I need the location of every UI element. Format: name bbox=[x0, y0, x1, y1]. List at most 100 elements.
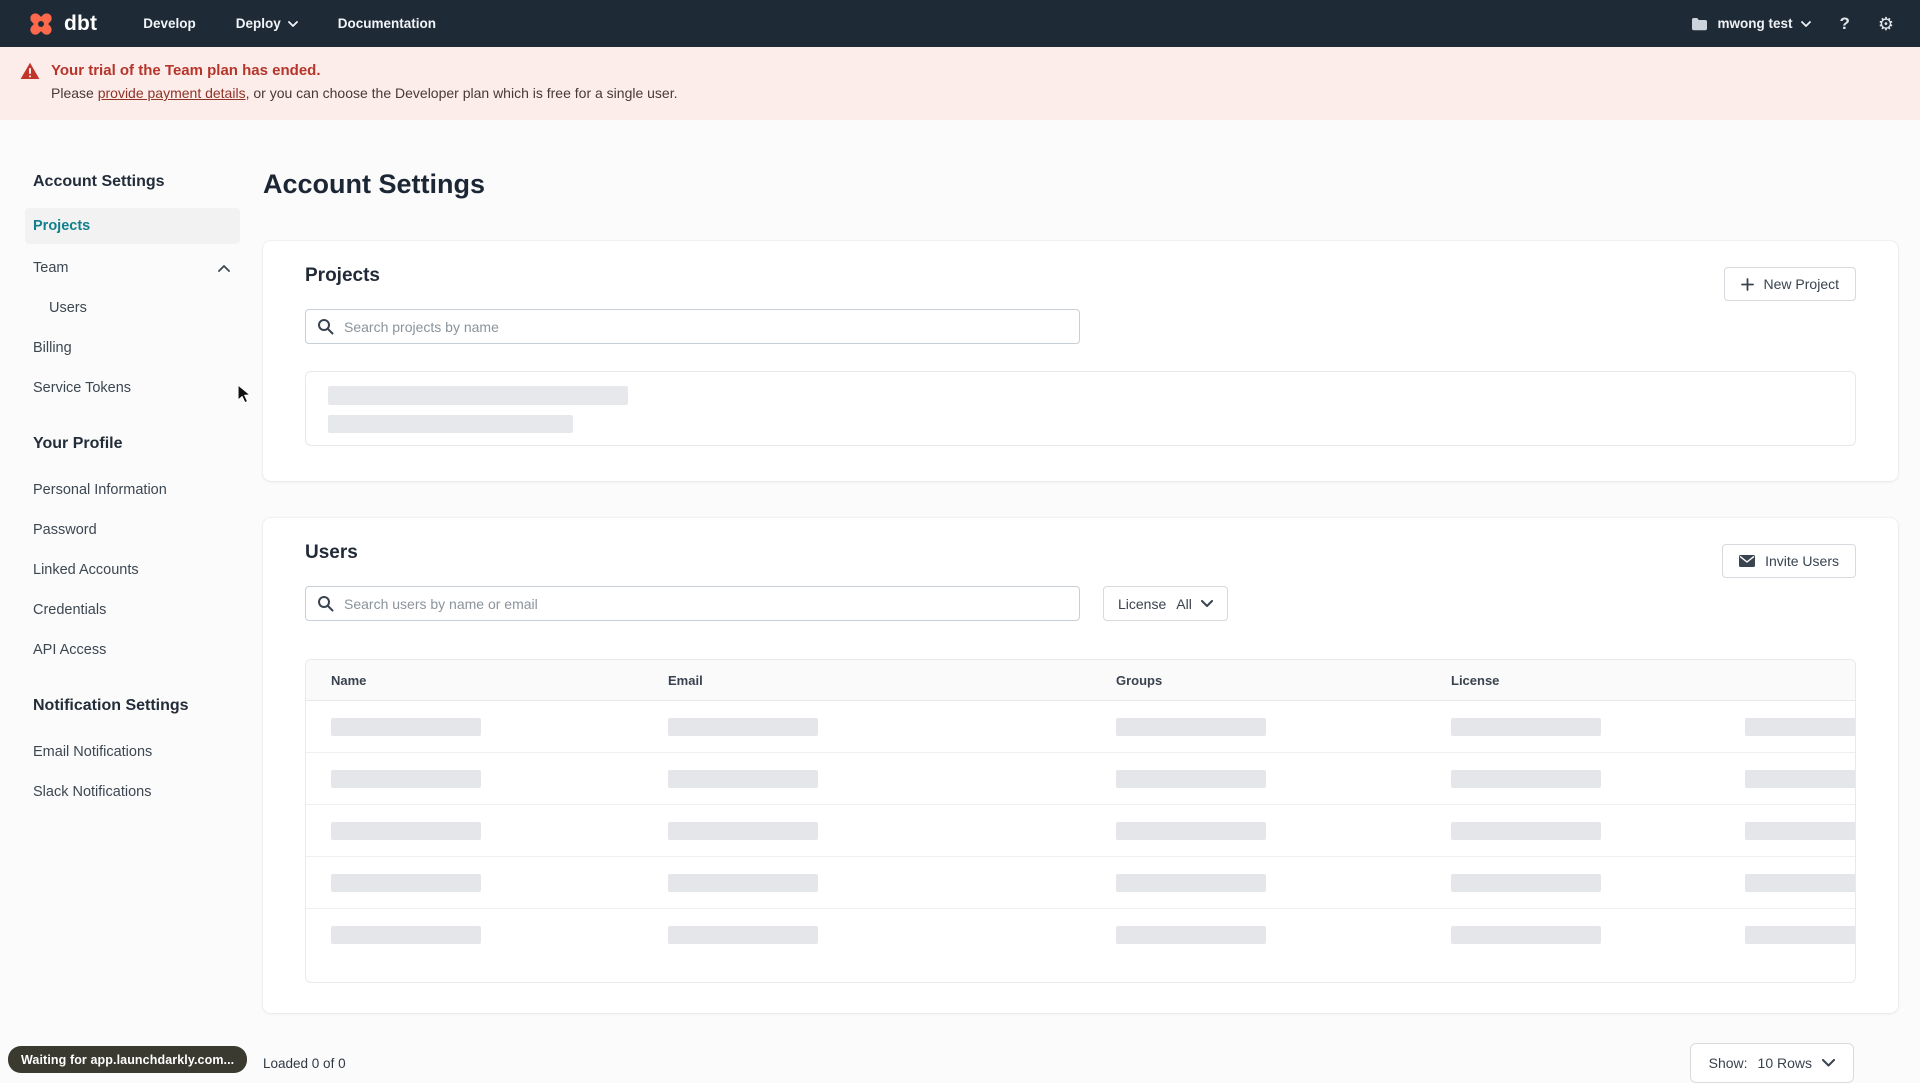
chevron-down-icon bbox=[1822, 1059, 1835, 1067]
page-title: Account Settings bbox=[263, 169, 486, 199]
sidebar-heading-account-settings: Account Settings bbox=[33, 173, 165, 190]
settings-sidebar: Account Settings Projects Team Users Bil… bbox=[25, 172, 240, 812]
loading-skeleton-bar bbox=[331, 717, 481, 736]
users-card-title: Users bbox=[305, 542, 358, 563]
loading-skeleton-bar bbox=[328, 415, 573, 433]
main-content: Account Settings Projects New Project Us… bbox=[263, 167, 1898, 1083]
loading-skeleton-bar bbox=[1451, 821, 1601, 840]
trial-ended-banner: Your trial of the Team plan has ended. P… bbox=[0, 47, 1920, 120]
sidebar-item-password[interactable]: Password bbox=[25, 510, 240, 550]
table-row-loading bbox=[306, 805, 1855, 857]
dbt-logo[interactable]: dbt bbox=[26, 9, 97, 39]
sidebar-item-billing[interactable]: Billing bbox=[25, 328, 240, 368]
plus-icon bbox=[1740, 277, 1754, 291]
banner-message: Please provide payment details, or you c… bbox=[51, 85, 678, 101]
sidebar-heading-your-profile: Your Profile bbox=[33, 435, 123, 452]
loading-skeleton-bar bbox=[1451, 769, 1601, 788]
chevron-down-icon bbox=[1200, 600, 1213, 607]
loading-skeleton-bar bbox=[328, 386, 628, 405]
help-icon[interactable]: ? bbox=[1839, 14, 1849, 34]
sidebar-item-service-tokens[interactable]: Service Tokens bbox=[25, 368, 240, 408]
loading-skeleton-bar bbox=[668, 873, 818, 892]
loading-skeleton-bar bbox=[1745, 821, 1855, 840]
gear-icon[interactable]: ⚙ bbox=[1878, 15, 1894, 33]
loading-skeleton-bar bbox=[1116, 717, 1266, 736]
loading-skeleton-bar bbox=[1116, 769, 1266, 788]
users-card: Users Invite Users License All bbox=[263, 518, 1898, 1013]
loading-skeleton-bar bbox=[1451, 926, 1601, 944]
column-header-name: Name bbox=[331, 672, 367, 688]
sidebar-item-email-notifications[interactable]: Email Notifications bbox=[25, 732, 240, 772]
loading-skeleton-bar bbox=[1745, 926, 1855, 944]
projects-loading-list bbox=[305, 371, 1856, 446]
chevron-down-icon bbox=[287, 20, 298, 27]
rows-per-page-dropdown[interactable]: Show: 10 Rows bbox=[1689, 1043, 1854, 1083]
account-name: mwong test bbox=[1717, 16, 1793, 31]
loading-skeleton-bar bbox=[668, 769, 818, 788]
dbt-logo-text: dbt bbox=[64, 11, 98, 35]
browser-status-bubble: Waiting for app.launchdarkly.com... bbox=[8, 1046, 248, 1073]
sidebar-heading-notification-settings: Notification Settings bbox=[33, 697, 189, 714]
envelope-icon bbox=[1739, 555, 1756, 567]
loading-skeleton-bar bbox=[668, 926, 818, 944]
invite-users-button[interactable]: Invite Users bbox=[1722, 544, 1856, 578]
sidebar-item-linked-accounts[interactable]: Linked Accounts bbox=[25, 550, 240, 590]
loading-skeleton-bar bbox=[1116, 926, 1266, 944]
loading-skeleton-bar bbox=[331, 821, 481, 840]
column-header-license: License bbox=[1451, 672, 1500, 688]
sidebar-item-credentials[interactable]: Credentials bbox=[25, 590, 240, 630]
account-switcher[interactable]: mwong test bbox=[1691, 16, 1812, 31]
table-row-loading bbox=[306, 909, 1855, 961]
folder-icon bbox=[1691, 17, 1708, 31]
rows-per-page-value: 10 Rows bbox=[1757, 1055, 1812, 1071]
license-filter-dropdown[interactable]: License All bbox=[1103, 586, 1228, 621]
users-search-input[interactable] bbox=[305, 586, 1080, 621]
loading-skeleton-bar bbox=[331, 873, 481, 892]
nav-menu: Develop Deploy Documentation bbox=[143, 16, 436, 31]
search-icon bbox=[317, 318, 334, 340]
table-footer: Loaded 0 of 0 Show: 10 Rows bbox=[263, 1043, 1898, 1083]
loading-skeleton-bar bbox=[1745, 873, 1855, 892]
search-icon bbox=[317, 595, 334, 617]
license-filter-value: All bbox=[1176, 595, 1192, 612]
sidebar-item-users[interactable]: Users bbox=[25, 288, 240, 328]
loaded-count: Loaded 0 of 0 bbox=[263, 1055, 346, 1071]
chevron-down-icon bbox=[1801, 20, 1812, 27]
loading-skeleton-bar bbox=[1116, 821, 1266, 840]
projects-search-input[interactable] bbox=[305, 309, 1080, 344]
column-header-groups: Groups bbox=[1116, 672, 1163, 688]
provide-payment-details-link[interactable]: provide payment details bbox=[98, 85, 246, 101]
column-header-email: Email bbox=[668, 672, 703, 688]
loading-skeleton-bar bbox=[1116, 873, 1266, 892]
sidebar-item-slack-notifications[interactable]: Slack Notifications bbox=[25, 772, 240, 812]
sidebar-item-team[interactable]: Team bbox=[25, 248, 240, 288]
loading-skeleton-bar bbox=[1451, 873, 1601, 892]
projects-card: Projects New Project bbox=[263, 241, 1898, 481]
loading-skeleton-bar bbox=[331, 769, 481, 788]
table-row-loading bbox=[306, 701, 1855, 753]
loading-skeleton-bar bbox=[668, 717, 818, 736]
nav-item-deploy[interactable]: Deploy bbox=[236, 16, 298, 31]
chevron-up-icon bbox=[218, 264, 230, 272]
loading-skeleton-bar bbox=[1745, 769, 1855, 788]
loading-skeleton-bar bbox=[331, 926, 481, 944]
sidebar-item-personal-information[interactable]: Personal Information bbox=[25, 470, 240, 510]
sidebar-item-api-access[interactable]: API Access bbox=[25, 630, 240, 670]
mouse-cursor bbox=[237, 383, 255, 409]
nav-item-documentation[interactable]: Documentation bbox=[338, 16, 436, 31]
loading-skeleton-bar bbox=[1745, 717, 1855, 736]
new-project-button[interactable]: New Project bbox=[1723, 267, 1856, 301]
dbt-logo-icon bbox=[26, 9, 56, 39]
loading-skeleton-bar bbox=[668, 821, 818, 840]
banner-title: Your trial of the Team plan has ended. bbox=[51, 62, 321, 79]
loading-skeleton-bar bbox=[1451, 717, 1601, 736]
sidebar-item-projects[interactable]: Projects bbox=[25, 208, 240, 244]
projects-card-title: Projects bbox=[305, 265, 380, 286]
table-row-loading bbox=[306, 753, 1855, 805]
users-table: Name Email Groups License bbox=[305, 659, 1856, 983]
top-navigation-bar: dbt Develop Deploy Documentation mwong t… bbox=[0, 0, 1920, 47]
users-table-header: Name Email Groups License bbox=[306, 660, 1855, 701]
warning-icon bbox=[20, 62, 40, 105]
table-row-loading bbox=[306, 857, 1855, 909]
nav-item-develop[interactable]: Develop bbox=[143, 16, 196, 31]
